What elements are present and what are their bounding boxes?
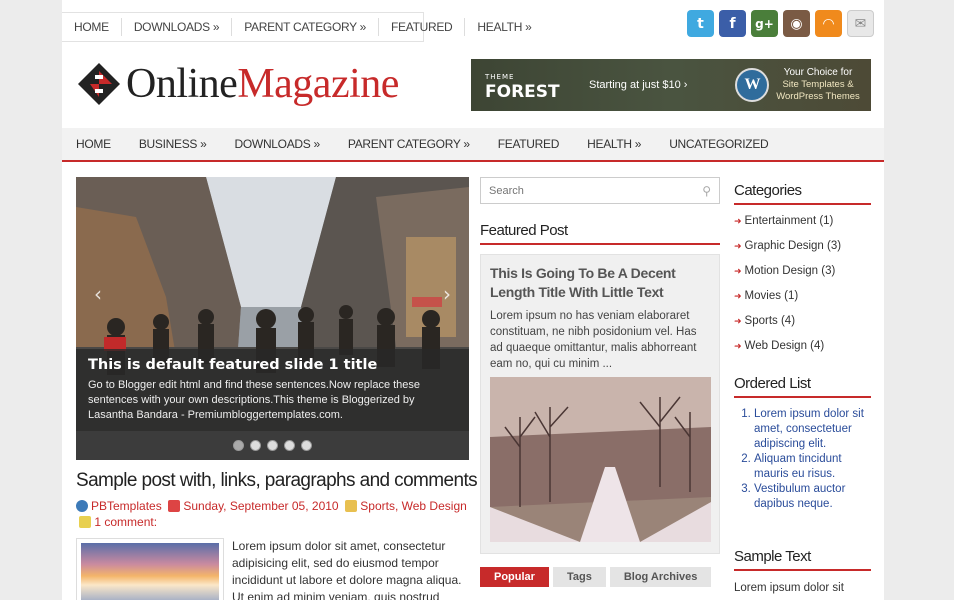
top-nav-featured[interactable]: FEATURED [379,18,466,36]
list-item[interactable]: ➜ Web Design (4) [734,337,874,362]
site-logo[interactable]: OnlineMagazine [76,60,399,108]
arrow-right-icon: ➜ [734,242,742,252]
post-comments[interactable]: 1 comment: [94,515,157,529]
logo-mark-icon [78,63,120,105]
post-category-web-design[interactable]: Web Design [402,499,467,513]
featured-post-title[interactable]: This Is Going To Be A Decent Length Titl… [490,264,710,302]
sample-text-heading: Sample Text [734,548,871,571]
main-nav-featured[interactable]: FEATURED [484,137,573,151]
post-thumbnail[interactable] [76,538,224,600]
banner-brand: THEME FOREST [485,73,560,102]
featured-post-box: This Is Going To Be A Decent Length Titl… [480,254,720,554]
slider-dot-4[interactable] [284,440,295,451]
featured-post-image[interactable] [490,377,711,542]
post-title[interactable]: Sample post with, links, paragraphs and … [76,470,478,492]
featured-post-heading: Featured Post [480,222,720,245]
post-author[interactable]: PBTemplates [91,499,162,513]
arrow-right-icon: ➜ [734,267,742,277]
list-item[interactable]: ➜ Sports (4) [734,312,874,337]
slide-title[interactable]: This is default featured slide 1 title [88,357,457,373]
slider-dot-3[interactable] [267,440,278,451]
top-nav-health[interactable]: HEALTH » [465,18,543,36]
main-nav-downloads[interactable]: DOWNLOADS » [221,137,334,151]
calendar-icon [168,500,181,512]
main-nav-uncategorized[interactable]: UNCATEGORIZED [655,137,782,151]
ordered-list-heading: Ordered List [734,375,871,398]
logo-text: OnlineMagazine [126,60,399,108]
comment-icon [79,516,92,528]
search-box: ⚲ [480,177,720,204]
tab-blog-archives[interactable]: Blog Archives [609,567,712,587]
sample-text: Lorem ipsum dolor sit [734,582,844,594]
themeforest-banner[interactable]: THEME FOREST Starting at just $10 › W You… [471,59,871,111]
post-date[interactable]: Sunday, September 05, 2010 [183,499,338,513]
list-item[interactable]: ➜ Graphic Design (3) [734,237,874,262]
slide-text: Go to Blogger edit html and find these s… [88,379,421,421]
search-input[interactable] [489,184,689,197]
banner-choice: Your Choice for Site Templates & WordPres… [776,67,860,102]
slider-dot-2[interactable] [250,440,261,451]
main-nav: HOME BUSINESS » DOWNLOADS » PARENT CATEG… [62,128,884,162]
featured-slider[interactable]: ‹ › This is default featured slide 1 tit… [76,177,469,460]
top-nav-home[interactable]: HOME [62,18,122,36]
ordered-list: Lorem ipsum dolor sit amet, consectetuer… [736,407,876,512]
logo-text-magazine: Magazine [237,61,399,107]
list-item[interactable]: ➜ Movies (1) [734,287,874,312]
main-nav-business[interactable]: BUSINESS » [125,137,221,151]
site-header: OnlineMagazine THEME FOREST Starting at j… [62,42,884,128]
slider-prev-icon[interactable]: ‹ [94,282,102,306]
slider-dot-1[interactable] [233,440,244,451]
arrow-right-icon: ➜ [734,217,742,227]
slider-pagination [76,431,469,460]
arrow-right-icon: ➜ [734,292,742,302]
list-item[interactable]: Lorem ipsum dolor sit amet, consectetuer… [754,407,876,452]
list-item[interactable]: ➜ Entertainment (1) [734,212,874,237]
top-nav-parent-category[interactable]: PARENT CATEGORY » [232,18,380,36]
facebook-icon[interactable]: f [719,10,746,37]
post-category-sports[interactable]: Sports [360,499,395,513]
arrow-right-icon: ➜ [734,317,742,327]
post-excerpt: Lorem ipsum dolor sit amet, consectetur … [232,539,462,600]
wordpress-icon: W [735,68,770,102]
email-icon[interactable]: ✉ [847,10,874,37]
instagram-icon[interactable]: ◉ [783,10,810,37]
twitter-icon[interactable]: t [687,10,714,37]
logo-text-online: Online [126,61,238,107]
rss-icon[interactable]: ◠ [815,10,842,37]
categories-heading: Categories [734,182,871,205]
categories-list: ➜ Entertainment (1) ➜ Graphic Design (3) ➜… [734,212,874,362]
post-thumbnail-image [81,543,219,600]
folder-icon [345,500,358,512]
main-nav-home[interactable]: HOME [62,137,125,151]
slider-next-icon[interactable]: › [443,282,451,306]
author-icon [76,500,88,512]
sidebar-tabs: Popular Tags Blog Archives [480,567,712,587]
slide-caption: This is default featured slide 1 title G… [76,349,469,431]
main-nav-parent-category[interactable]: PARENT CATEGORY » [334,137,484,151]
social-icons: t f g+ ◉ ◠ ✉ [687,10,874,37]
top-nav-downloads[interactable]: DOWNLOADS » [122,18,233,36]
top-nav: HOME DOWNLOADS » PARENT CATEGORY » FEATU… [62,12,532,42]
search-icon[interactable]: ⚲ [702,184,711,198]
tab-popular[interactable]: Popular [480,567,549,587]
featured-post-text: Lorem ipsum no has veniam elaboraret con… [490,310,697,370]
slider-dot-5[interactable] [301,440,312,451]
list-item[interactable]: Aliquam tincidunt mauris eu risus. [754,452,876,482]
list-item[interactable]: Vestibulum auctor dapibus neque. [754,482,876,512]
arrow-right-icon: ➜ [734,342,742,352]
banner-tagline: Starting at just $10 › [589,79,688,91]
tab-tags[interactable]: Tags [552,567,606,587]
main-nav-health[interactable]: HEALTH » [573,137,655,151]
list-item[interactable]: ➜ Motion Design (3) [734,262,874,287]
post-meta: PBTemplates Sunday, September 05, 2010 S… [76,498,469,530]
page-wrapper: HOME DOWNLOADS » PARENT CATEGORY » FEATU… [62,0,884,600]
googleplus-icon[interactable]: g+ [751,10,778,37]
